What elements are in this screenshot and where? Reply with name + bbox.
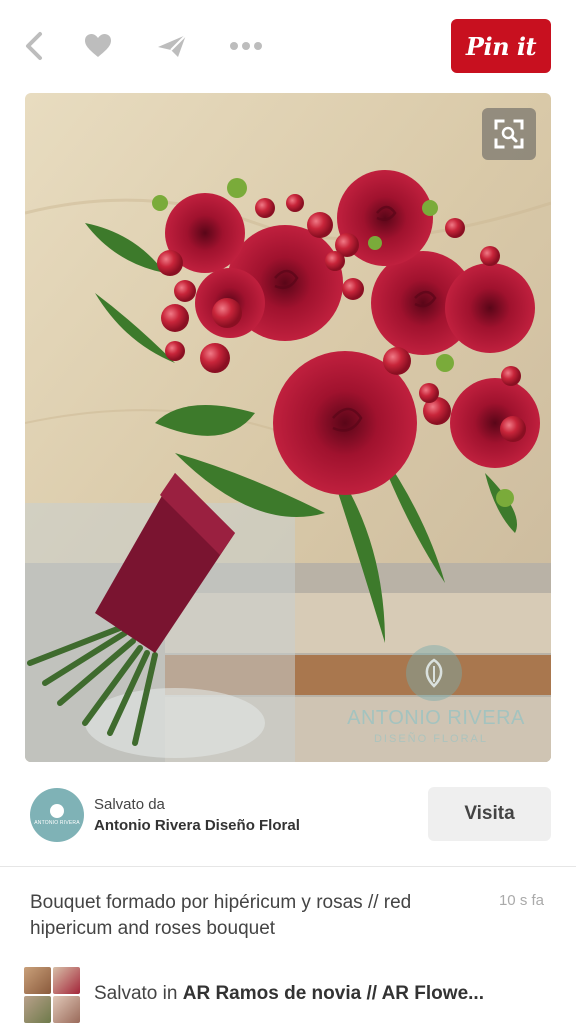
heart-icon[interactable] — [78, 28, 118, 64]
saved-by-label: Salvato da — [94, 796, 165, 813]
watermark-logo — [406, 645, 462, 701]
more-dots-icon[interactable] — [226, 28, 266, 64]
source-row: ANTONIO RIVERA Salvato da Antonio Rivera… — [0, 764, 576, 866]
avatar[interactable]: ANTONIO RIVERA — [30, 788, 84, 842]
board-thumbnail[interactable] — [24, 967, 80, 1023]
bouquet-photo — [25, 93, 551, 762]
pin-image[interactable]: ANTONIO RIVERA DISEÑO FLORAL — [25, 93, 551, 762]
board-thumb-1 — [24, 967, 51, 994]
pin-description: Bouquet formado por hipéricum y rosas //… — [30, 892, 412, 939]
watermark-name: ANTONIO RIVERA — [347, 707, 525, 729]
source-name[interactable]: Antonio Rivera Diseño Floral — [94, 817, 300, 834]
timestamp: 10 s fa — [498, 892, 544, 909]
pin-it-button[interactable]: Pin it — [451, 19, 551, 73]
watermark-subtitle: DISEÑO FLORAL — [373, 733, 489, 745]
avatar-logo-icon — [50, 804, 64, 818]
avatar-text: ANTONIO RIVERA — [34, 820, 80, 826]
board-thumb-2 — [53, 967, 80, 994]
chevron-left-icon[interactable] — [14, 28, 54, 64]
board-name[interactable]: AR Ramos de novia // AR Flowe... — [183, 983, 484, 1004]
board-thumb-3 — [24, 996, 51, 1023]
board-thumb-4 — [53, 996, 80, 1023]
send-icon[interactable] — [152, 28, 192, 64]
visit-button[interactable]: Visita — [428, 787, 551, 841]
top-bar: Pin it — [0, 0, 576, 92]
divider — [0, 866, 576, 867]
saved-in-label: Salvato in — [94, 983, 183, 1004]
saved-in-board[interactable]: Salvato in AR Ramos de novia // AR Flowe… — [94, 983, 554, 1005]
visual-search-icon[interactable] — [482, 108, 536, 160]
